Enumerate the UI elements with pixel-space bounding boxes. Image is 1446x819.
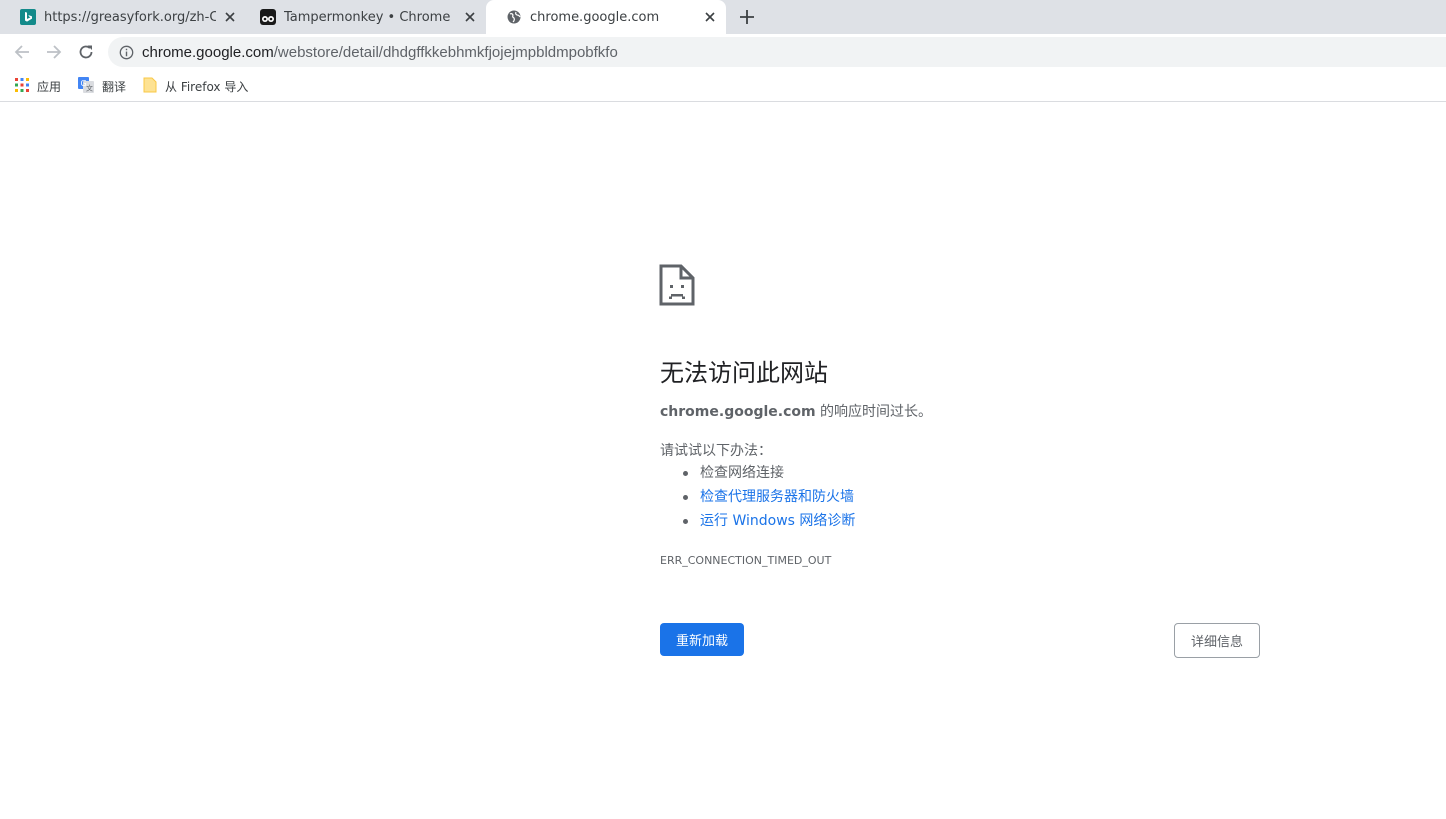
error-code: ERR_CONNECTION_TIMED_OUT [660, 554, 832, 567]
suggestion-check-connection: 检查网络连接 [682, 464, 855, 488]
tab-greasyfork[interactable]: https://greasyfork.org/zh-CN/ [0, 0, 246, 34]
reload-page-button[interactable]: 重新加载 [660, 623, 744, 656]
bing-icon [20, 9, 36, 25]
tab-strip: https://greasyfork.org/zh-CN/ Tampermonk… [0, 0, 1446, 34]
bookmark-label: 从 Firefox 导入 [165, 79, 249, 94]
bookmark-label: 翻译 [102, 79, 127, 94]
plus-icon [740, 10, 754, 24]
url-text: chrome.google.com/webstore/detail/dhdgff… [142, 44, 618, 61]
reload-icon [79, 45, 93, 59]
forward-button[interactable] [43, 41, 65, 63]
back-button[interactable] [11, 41, 33, 63]
translate-icon: G文 [78, 76, 94, 96]
tampermonkey-icon [260, 9, 276, 25]
globe-icon [506, 9, 522, 25]
tab-title: Tampermonkey • Chrome [284, 9, 451, 25]
suggestions-list: 检查网络连接 检查代理服务器和防火墙 运行 Windows 网络诊断 [682, 464, 855, 536]
address-bar[interactable]: chrome.google.com/webstore/detail/dhdgff… [108, 37, 1446, 67]
error-host: chrome.google.com [660, 404, 816, 420]
toolbar: chrome.google.com/webstore/detail/dhdgff… [0, 34, 1446, 70]
reload-button[interactable] [75, 41, 97, 63]
tab-tampermonkey[interactable]: Tampermonkey • Chrome [240, 0, 486, 34]
close-icon[interactable] [702, 9, 718, 25]
apps-grid-icon [15, 77, 29, 95]
bookmark-translate[interactable]: G文 翻译 [78, 76, 126, 96]
suggestion-check-proxy-link[interactable]: 检查代理服务器和防火墙 [682, 488, 855, 512]
error-description-suffix: 的响应时间过长。 [815, 404, 933, 420]
error-heading: 无法访问此网站 [660, 359, 828, 387]
suggestions-title: 请试试以下办法： [660, 443, 772, 459]
tab-title: chrome.google.com [530, 9, 660, 25]
bookmark-label: 应用 [37, 79, 62, 94]
close-icon[interactable] [462, 9, 478, 25]
folder-icon [143, 77, 157, 96]
details-button[interactable]: 详细信息 [1174, 623, 1260, 658]
tab-chrome-google[interactable]: chrome.google.com [486, 0, 726, 34]
sad-document-icon [659, 264, 695, 306]
url-host: chrome.google.com [142, 43, 274, 61]
svg-text:文: 文 [86, 83, 93, 92]
bookmark-firefox-import[interactable]: 从 Firefox 导入 [143, 76, 248, 96]
close-icon[interactable] [222, 9, 238, 25]
info-icon[interactable] [118, 44, 134, 60]
url-path: /webstore/detail/dhdgffkkebhmkfjojejmpbl… [273, 43, 618, 61]
new-tab-button[interactable] [737, 7, 757, 27]
tab-title: https://greasyfork.org/zh-CN/ [44, 9, 216, 25]
suggestion-windows-diagnostics-link[interactable]: 运行 Windows 网络诊断 [682, 512, 855, 536]
back-arrow-icon [14, 45, 29, 59]
bookmark-apps[interactable]: 应用 [15, 76, 61, 96]
forward-arrow-icon [47, 45, 62, 59]
error-description: chrome.google.com 的响应时间过长。 [660, 401, 932, 421]
bookmarks-bar: 应用 G文 翻译 从 Firefox 导入 [0, 70, 1446, 102]
error-page: 无法访问此网站 chrome.google.com 的响应时间过长。 请试试以下… [0, 103, 1446, 819]
